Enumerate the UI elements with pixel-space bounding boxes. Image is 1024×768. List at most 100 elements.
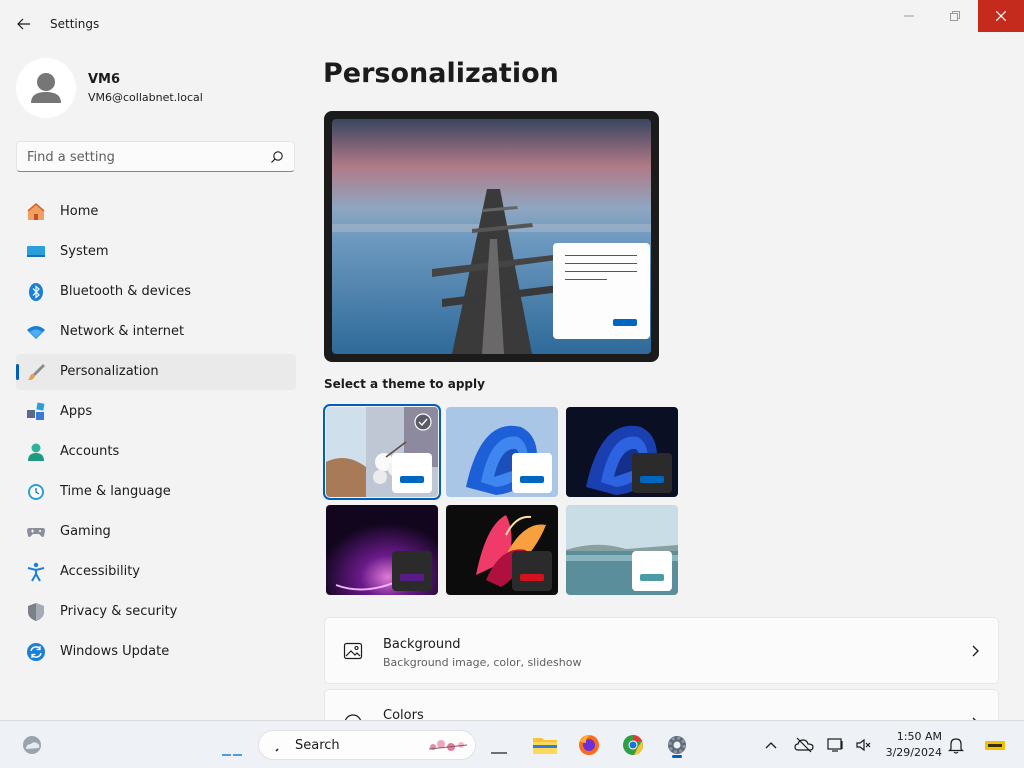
setting-title: Background [383, 637, 461, 652]
theme-accent-bar [640, 476, 664, 483]
sidebar-item-label: Accounts [60, 444, 120, 459]
chevron-right-icon [972, 645, 979, 657]
theme-window-sample [512, 551, 552, 591]
widgets-button[interactable] [16, 729, 48, 761]
search-highlight-icon [428, 740, 468, 751]
theme-tile-6[interactable] [566, 505, 678, 595]
theme-accent-bar [520, 476, 544, 483]
apps-icon [26, 402, 46, 422]
theme-accent-bar [400, 574, 424, 581]
close-button[interactable] [978, 0, 1024, 32]
chrome-icon [623, 735, 643, 755]
volume-muted-icon [856, 738, 871, 752]
sample-window-button [613, 319, 637, 326]
onedrive-button[interactable] [789, 729, 819, 761]
theme-tile-3[interactable] [566, 407, 678, 497]
theme-window-sample [632, 551, 672, 591]
app-title: Settings [50, 17, 100, 31]
user-name: VM6 [88, 72, 121, 87]
restore-button[interactable] [932, 0, 978, 32]
sidebar-item-label: Time & language [60, 484, 171, 499]
sidebar-item-network[interactable]: Network & internet [16, 314, 296, 350]
taskbar: Search 1:50 AM 3/29/2024 [0, 720, 1024, 768]
sidebar-item-time-language[interactable]: Time & language [16, 474, 296, 510]
start-button[interactable] [216, 729, 248, 761]
show-hidden-icons-button[interactable] [756, 729, 786, 761]
notifications-button[interactable] [941, 729, 971, 761]
selected-check-icon [413, 412, 433, 432]
file-explorer-button[interactable] [529, 729, 561, 761]
wallpaper-preview [332, 119, 651, 354]
cloud-offline-icon [794, 737, 814, 753]
chevron-up-icon [765, 742, 777, 749]
theme-preview [324, 111, 659, 362]
chrome-button[interactable] [617, 729, 649, 761]
theme-accent-bar [520, 574, 544, 581]
restore-icon [950, 11, 960, 21]
theme-tile-1[interactable] [323, 404, 441, 500]
sidebar-item-windows-update[interactable]: Windows Update [16, 634, 296, 670]
settings-app-button[interactable] [661, 729, 693, 761]
minimize-button[interactable] [886, 0, 932, 32]
sidebar-item-label: Windows Update [60, 644, 170, 659]
back-arrow-icon [17, 18, 30, 30]
task-view-button[interactable] [483, 729, 515, 761]
brush-icon [26, 362, 46, 382]
sidebar-item-label: Gaming [60, 524, 111, 539]
sidebar-item-accounts[interactable]: Accounts [16, 434, 296, 470]
accessibility-icon [26, 562, 46, 582]
close-icon [996, 11, 1006, 21]
bluetooth-icon [26, 282, 46, 302]
sidebar-item-label: Bluetooth & devices [60, 284, 191, 299]
sidebar-item-accessibility[interactable]: Accessibility [16, 554, 296, 590]
accounts-icon [26, 442, 46, 462]
task-view-icon [491, 752, 507, 754]
clock-icon [26, 482, 46, 502]
sidebar-nav: Home System Bluetooth & devices Network … [16, 194, 296, 674]
sidebar-item-privacy-security[interactable]: Privacy & security [16, 594, 296, 630]
sidebar-item-apps[interactable]: Apps [16, 394, 296, 430]
running-indicator [672, 755, 682, 758]
volume-button[interactable] [849, 729, 879, 761]
theme-accent-bar [640, 574, 664, 581]
theme-window-sample [632, 453, 672, 493]
theme-tile-2[interactable] [446, 407, 558, 497]
sidebar-item-label: Network & internet [60, 324, 185, 339]
sidebar-item-home[interactable]: Home [16, 194, 296, 230]
background-setting[interactable]: Background Background image, color, slid… [324, 617, 999, 684]
sidebar-item-personalization[interactable]: Personalization [16, 354, 296, 390]
user-avatar-icon [31, 73, 61, 103]
preview-build-badge [982, 729, 1008, 761]
home-icon [26, 202, 46, 222]
display-icon [827, 738, 843, 752]
title-bar: Settings [0, 0, 1024, 48]
sidebar-item-system[interactable]: System [16, 234, 296, 270]
sidebar-item-label: Privacy & security [60, 604, 178, 619]
theme-tile-4[interactable] [326, 505, 438, 595]
bell-icon [948, 738, 964, 754]
back-button[interactable] [12, 12, 36, 36]
sidebar-item-label: Home [60, 204, 99, 219]
sidebar-item-gaming[interactable]: Gaming [16, 514, 296, 550]
sidebar-item-bluetooth[interactable]: Bluetooth & devices [16, 274, 296, 310]
network-button[interactable] [821, 729, 851, 761]
firefox-button[interactable] [573, 729, 605, 761]
theme-window-sample [392, 453, 432, 493]
clock-date[interactable]: 3/29/2024 [884, 746, 942, 759]
system-icon [26, 242, 46, 262]
taskbar-search[interactable]: Search [258, 730, 476, 760]
clock-time[interactable]: 1:50 AM [884, 730, 942, 743]
user-email: VM6@collabnet.local [88, 91, 203, 104]
settings-search-input[interactable] [27, 148, 263, 166]
avatar[interactable] [16, 58, 76, 118]
folder-icon [533, 738, 557, 754]
theme-tile-5[interactable] [446, 505, 558, 595]
sidebar-item-label: System [60, 244, 109, 259]
pre-badge-icon [985, 741, 1005, 750]
wifi-icon [26, 322, 46, 342]
sidebar-item-label: Personalization [60, 364, 159, 379]
sidebar-item-label: Apps [60, 404, 93, 419]
setting-subtitle: Background image, color, slideshow [383, 656, 582, 669]
settings-search-box[interactable] [16, 141, 295, 172]
theme-accent-bar [400, 476, 424, 483]
